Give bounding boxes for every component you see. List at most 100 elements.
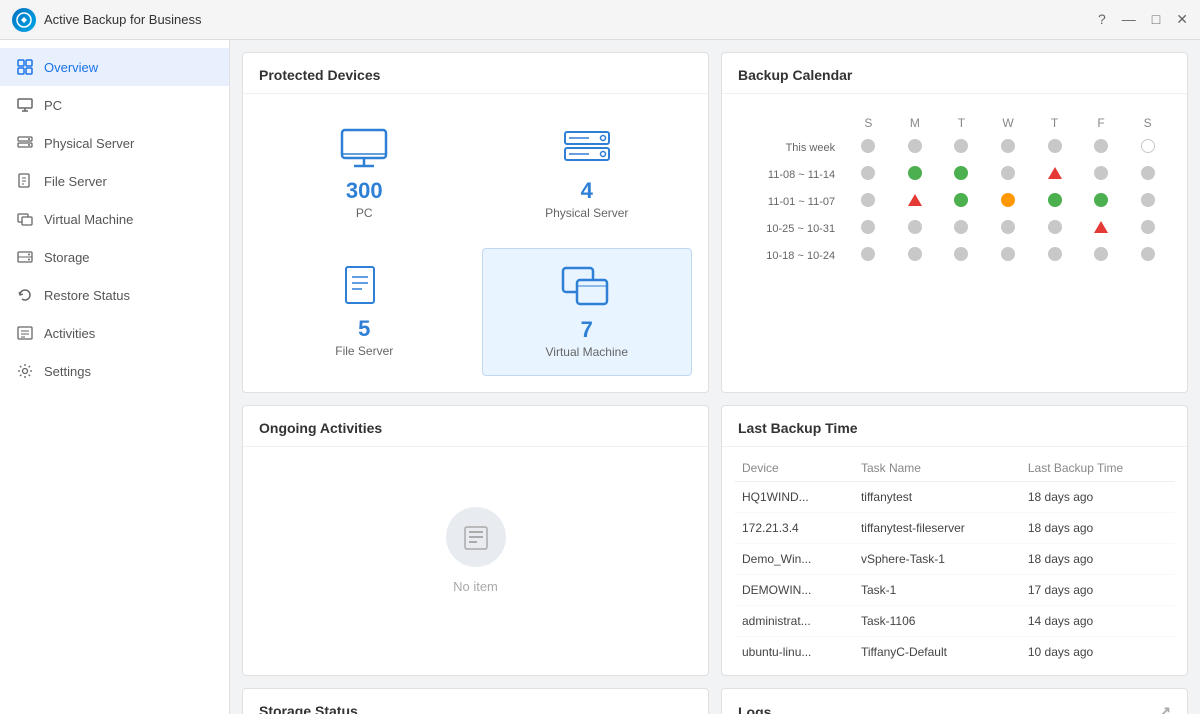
middle-grid: Ongoing Activities No item Last Ba — [242, 405, 1188, 676]
sidebar-label-overview: Overview — [44, 60, 98, 75]
sidebar-label-virtual-machine: Virtual Machine — [44, 212, 133, 227]
task-cell: Task-1106 — [853, 606, 1020, 637]
sidebar: Overview PC Physical Serv — [0, 40, 230, 714]
table-row: ubuntu-linu... TiffanyC-Default 10 days … — [734, 637, 1175, 668]
app-title: Active Backup for Business — [44, 12, 202, 27]
pc-count: 300 — [346, 178, 383, 204]
no-item-text: No item — [453, 579, 498, 594]
backup-calendar-body: S M T W T F S Thi — [722, 94, 1187, 279]
device-cell: DEMOWIN... — [734, 575, 853, 606]
device-item-virtual-machine[interactable]: 7 Virtual Machine — [482, 248, 693, 376]
cal-day-s1: S — [845, 112, 892, 134]
col-task: Task Name — [853, 455, 1020, 482]
devices-grid: 300 PC — [259, 110, 692, 376]
empty-list-icon — [446, 507, 506, 567]
sidebar-item-activities[interactable]: Activities — [0, 314, 229, 352]
top-grid: Protected Devices — [242, 52, 1188, 393]
virtual-machine-device-icon — [559, 265, 615, 311]
device-item-pc[interactable]: 300 PC — [259, 110, 470, 236]
week-label-1018: 10-18 ~ 10-24 — [738, 242, 845, 269]
titlebar: Active Backup for Business ? — □ ✕ — [0, 0, 1200, 40]
task-cell: tiffanytest — [853, 482, 1020, 513]
sidebar-label-file-server: File Server — [44, 174, 107, 189]
close-button[interactable]: ✕ — [1176, 11, 1188, 28]
time-cell: 14 days ago — [1020, 606, 1175, 637]
task-cell: Task-1 — [853, 575, 1020, 606]
window-controls[interactable]: ? — □ ✕ — [1098, 11, 1188, 28]
sidebar-label-settings: Settings — [44, 364, 91, 379]
cal-day-f: F — [1078, 112, 1125, 134]
pc-device-icon — [336, 126, 392, 172]
settings-icon — [16, 362, 34, 380]
activities-icon — [16, 324, 34, 342]
sidebar-item-file-server[interactable]: File Server — [0, 162, 229, 200]
device-cell: 172.21.3.4 — [734, 513, 853, 544]
task-cell: TiffanyC-Default — [853, 637, 1020, 668]
backup-table-header: Device Task Name Last Backup Time — [734, 455, 1175, 482]
sidebar-item-virtual-machine[interactable]: Virtual Machine — [0, 200, 229, 238]
device-item-physical-server[interactable]: 4 Physical Server — [482, 110, 693, 236]
main-content: Protected Devices — [230, 40, 1200, 714]
task-cell: tiffanytest-fileserver — [853, 513, 1020, 544]
app-icon — [12, 8, 36, 32]
sidebar-label-restore-status: Restore Status — [44, 288, 130, 303]
maximize-button[interactable]: □ — [1152, 11, 1160, 28]
calendar-table: S M T W T F S Thi — [738, 112, 1171, 269]
sidebar-item-settings[interactable]: Settings — [0, 352, 229, 390]
sidebar-label-pc: PC — [44, 98, 62, 113]
app-body: Overview PC Physical Serv — [0, 40, 1200, 714]
sidebar-item-overview[interactable]: Overview — [0, 48, 229, 86]
physical-server-label: Physical Server — [545, 206, 628, 220]
server-icon — [16, 134, 34, 152]
week-label-1108: 11-08 ~ 11-14 — [738, 161, 845, 188]
ongoing-activities-title: Ongoing Activities — [243, 406, 708, 447]
ongoing-activities-empty: No item — [243, 447, 708, 654]
calendar-row-thisweek: This week — [738, 134, 1171, 161]
last-backup-body: Device Task Name Last Backup Time HQ1WIN… — [722, 447, 1187, 675]
bottom-grid: Storage Status Logs ↗ — [242, 688, 1188, 714]
last-backup-title: Last Backup Time — [722, 406, 1187, 447]
task-cell: vSphere-Task-1 — [853, 544, 1020, 575]
week-label-thisweek: This week — [738, 134, 845, 161]
device-cell: HQ1WIND... — [734, 482, 853, 513]
calendar-row-1025: 10-25 ~ 10-31 — [738, 215, 1171, 242]
device-item-file-server[interactable]: 5 File Server — [259, 248, 470, 376]
storage-status-card: Storage Status — [242, 688, 709, 714]
logs-expand-icon[interactable]: ↗ — [1159, 703, 1171, 714]
storage-status-header: Storage Status — [243, 689, 708, 714]
vm-icon — [16, 210, 34, 228]
table-row: HQ1WIND... tiffanytest 18 days ago — [734, 482, 1175, 513]
file-server-label: File Server — [335, 344, 393, 358]
table-row: administrat... Task-1106 14 days ago — [734, 606, 1175, 637]
cal-day-t2: T — [1031, 112, 1078, 134]
storage-status-title: Storage Status — [259, 703, 358, 714]
time-cell: 18 days ago — [1020, 544, 1175, 575]
virtual-machine-count: 7 — [581, 317, 593, 343]
cal-day-t1: T — [938, 112, 985, 134]
sidebar-item-storage[interactable]: Storage — [0, 238, 229, 276]
cal-day-w: W — [985, 112, 1032, 134]
cal-day-m: M — [892, 112, 939, 134]
sidebar-item-pc[interactable]: PC — [0, 86, 229, 124]
backup-table: Device Task Name Last Backup Time HQ1WIN… — [734, 455, 1175, 667]
time-cell: 18 days ago — [1020, 513, 1175, 544]
cal-day-s2: S — [1124, 112, 1171, 134]
help-button[interactable]: ? — [1098, 11, 1106, 28]
pc-label: PC — [356, 206, 373, 220]
storage-icon — [16, 248, 34, 266]
device-cell: administrat... — [734, 606, 853, 637]
file-server-icon — [16, 172, 34, 190]
backup-calendar-title: Backup Calendar — [722, 53, 1187, 94]
calendar-row-1018: 10-18 ~ 10-24 — [738, 242, 1171, 269]
time-cell: 18 days ago — [1020, 482, 1175, 513]
sidebar-item-physical-server[interactable]: Physical Server — [0, 124, 229, 162]
calendar-row-1108: 11-08 ~ 11-14 — [738, 161, 1171, 188]
sidebar-label-physical-server: Physical Server — [44, 136, 134, 151]
logs-title: Logs — [738, 704, 771, 714]
monitor-icon — [16, 96, 34, 114]
week-label-1101: 11-01 ~ 11-07 — [738, 188, 845, 215]
minimize-button[interactable]: — — [1122, 11, 1136, 28]
sidebar-item-restore-status[interactable]: Restore Status — [0, 276, 229, 314]
last-backup-card: Last Backup Time Device Task Name Last B… — [721, 405, 1188, 676]
physical-server-device-icon — [559, 126, 615, 172]
